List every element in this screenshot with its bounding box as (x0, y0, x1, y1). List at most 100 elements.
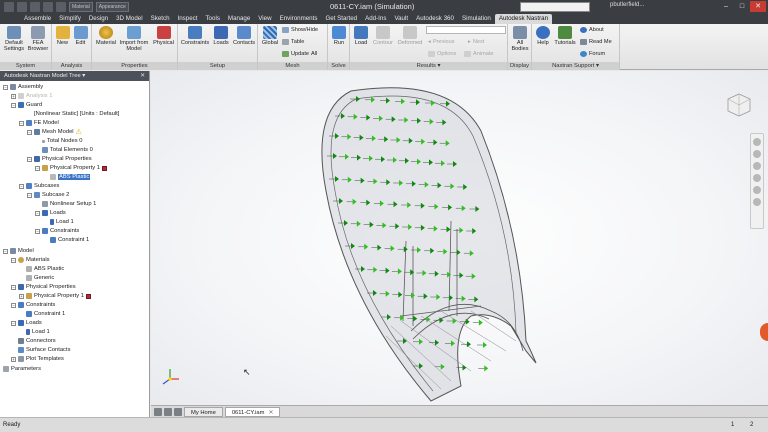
collapse-icon[interactable]: − (27, 129, 32, 135)
tree-node-abs-plastic-selected[interactable]: ABS Plastic (50, 173, 91, 181)
tab-vault[interactable]: Vault (390, 14, 412, 24)
tab-3d-model[interactable]: 3D Model (112, 14, 146, 24)
tree-node-load-1[interactable]: Load 1 (50, 218, 74, 226)
import-from-model-button[interactable]: Import from Model (118, 26, 150, 52)
tab-add-ins[interactable]: Add-Ins (361, 14, 390, 24)
tree-node-physical-property-1[interactable]: − Physical Property 1 (35, 164, 107, 172)
tree-node-nonlinear-setup-1[interactable]: Nonlinear Setup 1 (42, 200, 96, 208)
collapse-icon[interactable]: − (11, 257, 16, 263)
tree-node-constraint-1[interactable]: Constraint 1 (50, 236, 89, 244)
collapse-icon[interactable]: − (35, 210, 40, 216)
collapse-icon[interactable]: − (35, 228, 40, 234)
options-button[interactable]: Options (428, 51, 456, 57)
doc-tab-my-home[interactable]: My Home (184, 406, 223, 417)
read-me-button[interactable]: Read Me (580, 39, 612, 45)
tab-layout-icon[interactable] (154, 407, 162, 416)
close-button[interactable]: ✕ (750, 1, 766, 12)
collapse-icon[interactable]: − (27, 156, 32, 162)
tree-node-model-physical-property-1[interactable]: + Physical Property 1 (19, 292, 91, 300)
collapse-icon[interactable]: − (11, 102, 16, 108)
appearance-combo[interactable]: Appearance (95, 2, 129, 12)
help-button[interactable]: Help (534, 26, 552, 46)
tree-node-guard[interactable]: − Guard (11, 101, 42, 109)
collapse-icon[interactable]: − (3, 248, 8, 254)
browser-close-icon[interactable]: ✕ (140, 71, 145, 81)
undo-icon[interactable] (30, 2, 40, 12)
tree-node-subcases[interactable]: − Subcases (19, 182, 59, 190)
graphics-viewport[interactable]: ↖ (151, 71, 768, 405)
sign-in-user[interactable]: pbutlerfield... (610, 2, 644, 8)
viewcube[interactable] (726, 92, 752, 118)
default-settings-button[interactable]: Default Settings (2, 26, 26, 52)
tree-node-constraints[interactable]: − Constraints (35, 227, 79, 235)
tree-node-model[interactable]: − Model (3, 247, 34, 255)
material-button[interactable]: Material (94, 26, 118, 46)
fea-browser-button[interactable]: FEA Browser (27, 26, 49, 52)
collapse-icon[interactable]: − (11, 320, 16, 326)
tab-cascade-icon[interactable] (164, 407, 172, 416)
tree-node-mesh-model[interactable]: − Mesh Model ⚠ (27, 128, 82, 136)
new-analysis-button[interactable]: New (54, 26, 71, 46)
tab-sketch[interactable]: Sketch (147, 14, 174, 24)
expand-icon[interactable]: + (19, 293, 24, 299)
results-set-dropdown[interactable] (426, 26, 506, 34)
navbar-menu-icon[interactable] (753, 198, 761, 206)
tree-node-connectors[interactable]: Connectors (18, 337, 56, 345)
collapse-icon[interactable]: − (11, 284, 16, 290)
mesh-table-button[interactable]: Table (282, 39, 304, 45)
run-button[interactable]: Run (330, 26, 348, 46)
orbit-icon[interactable] (753, 174, 761, 182)
redo-icon[interactable] (43, 2, 53, 12)
forum-button[interactable]: Forum (580, 51, 605, 57)
pan-icon[interactable] (753, 150, 761, 158)
tab-tools[interactable]: Tools (201, 14, 223, 24)
tree-node-surface-contacts[interactable]: Surface Contacts (18, 346, 70, 354)
tab-autodesk-nastran[interactable]: Autodesk Nastran (494, 14, 553, 24)
tree-node-model-constraints[interactable]: − Constraints (11, 301, 55, 309)
global-mesh-button[interactable]: Global (260, 26, 280, 46)
load-results-button[interactable]: Load (352, 26, 370, 46)
all-bodies-button[interactable]: All Bodies (510, 26, 530, 52)
tab-environments[interactable]: Environments (276, 14, 322, 24)
material-combo[interactable]: Material (69, 2, 93, 12)
tab-design[interactable]: Design (85, 14, 112, 24)
show-hide-button[interactable]: Show/Hide (282, 27, 318, 33)
tree-node-model-physical-properties[interactable]: − Physical Properties (11, 283, 76, 291)
expand-icon[interactable]: + (11, 93, 16, 99)
tab-inspect[interactable]: Inspect (174, 14, 202, 24)
tab-list-icon[interactable] (174, 407, 182, 416)
constraints-button[interactable]: Constraints (180, 26, 210, 46)
tree-node-generic[interactable]: Generic (26, 274, 54, 282)
maximize-button[interactable]: □ (734, 1, 750, 12)
collapse-icon[interactable]: − (19, 120, 24, 126)
tab-autodesk-360[interactable]: Autodesk 360 (412, 14, 458, 24)
tab-manage[interactable]: Manage (224, 14, 254, 24)
tree-node-model-loads[interactable]: − Loads (11, 319, 42, 327)
animate-button[interactable]: Animate (464, 51, 494, 57)
contour-button[interactable]: Contour (371, 26, 395, 46)
tab-assemble[interactable]: Assemble (20, 14, 55, 24)
update-mesh-button[interactable]: Update All (282, 51, 317, 57)
about-button[interactable]: About (580, 27, 604, 33)
loads-button[interactable]: Loads (211, 26, 231, 46)
tree-node-abs-plastic[interactable]: ABS Plastic (26, 265, 64, 273)
tab-simplify[interactable]: Simplify (55, 14, 85, 24)
collapse-icon[interactable]: − (3, 84, 8, 90)
collapse-icon[interactable]: − (11, 302, 16, 308)
tab-simulation[interactable]: Simulation (458, 14, 495, 24)
zoom-icon[interactable] (753, 162, 761, 170)
tab-view[interactable]: View (254, 14, 275, 24)
next-button[interactable]: ▸ Next (468, 39, 484, 45)
doc-tab-0611-cy[interactable]: 0611-CY.iam ✕ (224, 406, 281, 417)
edit-analysis-button[interactable]: Edit (72, 26, 89, 46)
expand-icon[interactable]: + (11, 356, 16, 362)
tree-node-parameters[interactable]: Parameters (3, 365, 41, 373)
tree-node-analysis1[interactable]: + Analysis 1 (11, 92, 52, 100)
tree-node-analysis-type[interactable]: [Nonlinear Static] [Units : Default] (34, 110, 119, 118)
app-menu-icon[interactable] (4, 2, 14, 12)
tree-node-assembly[interactable]: − Assembly (3, 83, 43, 91)
tree-node-loads[interactable]: − Loads (35, 209, 66, 217)
collapse-icon[interactable]: − (35, 165, 40, 171)
collapse-icon[interactable]: − (27, 192, 32, 198)
minimize-button[interactable]: – (718, 1, 734, 12)
